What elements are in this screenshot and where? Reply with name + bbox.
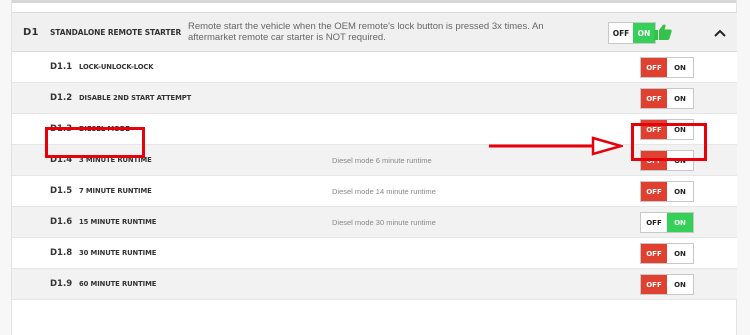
thumbs-up-icon[interactable] bbox=[654, 24, 672, 40]
on-button[interactable]: ON bbox=[667, 244, 693, 263]
row-code: D1.9 bbox=[50, 279, 73, 289]
row-code: D1.2 bbox=[50, 93, 73, 103]
row-toggle[interactable]: OFF ON bbox=[640, 57, 694, 78]
row-name: 30 MINUTE RUNTIME bbox=[79, 249, 157, 257]
on-button[interactable]: ON bbox=[667, 275, 693, 294]
row-description: Diesel mode 6 minute runtime bbox=[332, 156, 432, 165]
row-code: D1.8 bbox=[50, 248, 73, 258]
row-code: D1.5 bbox=[50, 186, 73, 196]
row-name: 7 MINUTE RUNTIME bbox=[79, 187, 152, 195]
feature-name: STANDALONE REMOTE STARTER bbox=[50, 28, 182, 37]
arrow-right-icon bbox=[489, 136, 623, 156]
feature-description: Remote start the vehicle when the OEM re… bbox=[188, 21, 544, 43]
row-description: Diesel mode 30 minute runtime bbox=[332, 218, 436, 227]
row-toggle[interactable]: OFF ON bbox=[640, 243, 694, 264]
chevron-up-icon[interactable] bbox=[712, 25, 728, 41]
off-button[interactable]: OFF bbox=[641, 275, 667, 294]
feature-list: D1 STANDALONE REMOTE STARTER Remote star… bbox=[12, 12, 737, 335]
row-name: LOCK-UNLOCK-LOCK bbox=[79, 63, 154, 71]
highlight-box-toggle bbox=[631, 123, 707, 161]
off-button[interactable]: OFF bbox=[641, 58, 667, 77]
panel-left-gutter bbox=[0, 0, 12, 335]
feature-row[interactable]: D1.1 LOCK-UNLOCK-LOCK OFF ON bbox=[12, 52, 737, 83]
panel-top-border bbox=[0, 0, 750, 3]
off-button[interactable]: OFF bbox=[641, 213, 667, 232]
feature-row[interactable]: D1.2 DISABLE 2ND START ATTEMPT OFF ON bbox=[12, 83, 737, 114]
feature-row[interactable]: D1.5 7 MINUTE RUNTIME Diesel mode 14 minut… bbox=[12, 176, 737, 207]
row-code: D1.6 bbox=[50, 217, 73, 227]
row-toggle[interactable]: OFF ON bbox=[640, 212, 694, 233]
row-toggle[interactable]: OFF ON bbox=[640, 181, 694, 202]
row-description: Diesel mode 14 minute runtime bbox=[332, 187, 436, 196]
on-button[interactable]: ON bbox=[667, 58, 693, 77]
row-name: DISABLE 2ND START ATTEMPT bbox=[79, 94, 192, 102]
feature-code: D1 bbox=[23, 27, 39, 38]
feature-row[interactable]: D1.9 60 MINUTE RUNTIME OFF ON bbox=[12, 269, 737, 300]
off-button[interactable]: OFF bbox=[609, 23, 633, 43]
on-button[interactable]: ON bbox=[667, 182, 693, 201]
off-button[interactable]: OFF bbox=[641, 182, 667, 201]
feature-toggle[interactable]: OFF ON bbox=[608, 22, 656, 44]
feature-header-d1[interactable]: D1 STANDALONE REMOTE STARTER Remote star… bbox=[12, 12, 737, 52]
off-button[interactable]: OFF bbox=[641, 89, 667, 108]
off-button[interactable]: OFF bbox=[641, 244, 667, 263]
row-name: 60 MINUTE RUNTIME bbox=[79, 280, 157, 288]
on-button[interactable]: ON bbox=[667, 89, 693, 108]
settings-panel: D1 STANDALONE REMOTE STARTER Remote star… bbox=[0, 0, 750, 335]
row-name: 15 MINUTE RUNTIME bbox=[79, 218, 157, 226]
row-toggle[interactable]: OFF ON bbox=[640, 88, 694, 109]
on-button[interactable]: ON bbox=[633, 23, 655, 43]
on-button[interactable]: ON bbox=[667, 213, 693, 232]
highlight-box-row-label bbox=[45, 127, 145, 158]
panel-right-gutter bbox=[736, 0, 750, 335]
row-toggle[interactable]: OFF ON bbox=[640, 274, 694, 295]
row-code: D1.1 bbox=[50, 62, 73, 72]
feature-row[interactable]: D1.8 30 MINUTE RUNTIME OFF ON bbox=[12, 238, 737, 269]
feature-row[interactable]: D1.6 15 MINUTE RUNTIME Diesel mode 30 minu… bbox=[12, 207, 737, 238]
